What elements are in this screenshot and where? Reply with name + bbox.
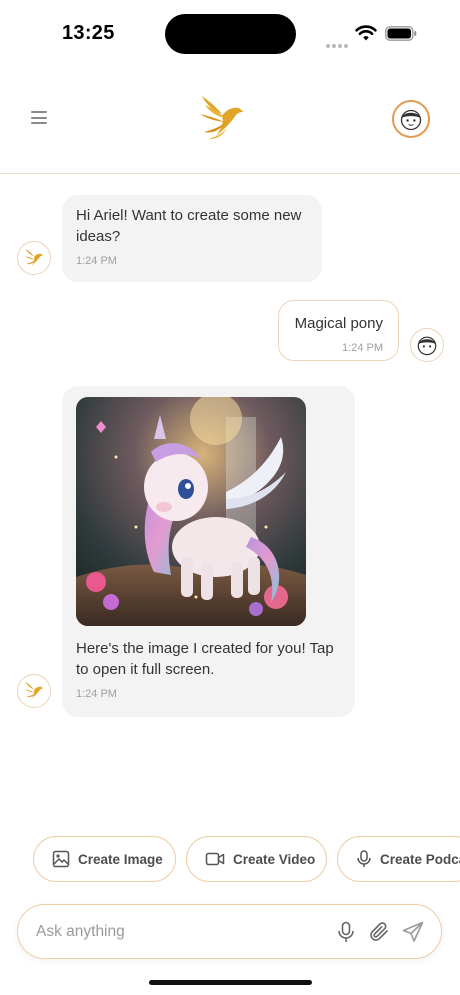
cellular-signal-icon: [326, 35, 352, 48]
message-text: Magical pony: [294, 315, 383, 332]
ask-anything-input[interactable]: [36, 921, 326, 943]
message-text: Hi Ariel! Want to create some new ideas?: [76, 207, 302, 245]
message-composer: [17, 904, 442, 959]
microphone-icon[interactable]: [334, 920, 358, 944]
user-avatar: [410, 328, 444, 362]
wifi-icon: [355, 25, 377, 41]
user-message: Magical pony 1:24 PM: [278, 300, 399, 361]
video-camera-icon: [205, 852, 225, 866]
microphone-icon: [357, 850, 371, 867]
status-time: 13:25: [62, 22, 115, 44]
create-video-label: Create Video: [233, 851, 316, 867]
user-avatar-icon: [417, 336, 437, 356]
paperclip-icon[interactable]: [367, 920, 391, 944]
profile-button[interactable]: [392, 100, 430, 138]
create-podcast-label: Create Podcast: [380, 851, 460, 867]
message-time: 1:24 PM: [342, 342, 383, 354]
message-text: Here's the image I created for you! Tap …: [76, 640, 334, 678]
status-bar: 13:25: [0, 0, 460, 70]
image-icon: [52, 850, 70, 868]
golden-bird-logo-icon: [200, 96, 243, 140]
assistant-image-message: Here's the image I created for you! Tap …: [62, 386, 355, 717]
golden-bird-logo-icon: [24, 681, 43, 699]
golden-bird-logo-icon: [24, 248, 43, 266]
create-image-label: Create Image: [78, 851, 163, 867]
create-image-button[interactable]: Create Image: [33, 836, 176, 882]
battery-icon: [385, 26, 417, 41]
home-indicator: [149, 980, 312, 985]
assistant-avatar: [17, 674, 51, 708]
send-icon[interactable]: [401, 920, 425, 944]
assistant-avatar: [17, 241, 51, 275]
message-time: 1:24 PM: [76, 255, 117, 267]
hamburger-menu-icon[interactable]: [31, 111, 47, 124]
dynamic-island: [165, 14, 296, 54]
app-header: [0, 70, 460, 174]
create-podcast-button[interactable]: Create Podcast: [337, 836, 460, 882]
create-video-button[interactable]: Create Video: [186, 836, 327, 882]
message-time: 1:24 PM: [76, 688, 117, 700]
user-avatar-icon: [400, 109, 422, 131]
assistant-message: Hi Ariel! Want to create some new ideas?…: [62, 195, 322, 282]
magical-pony-image[interactable]: [76, 397, 306, 626]
